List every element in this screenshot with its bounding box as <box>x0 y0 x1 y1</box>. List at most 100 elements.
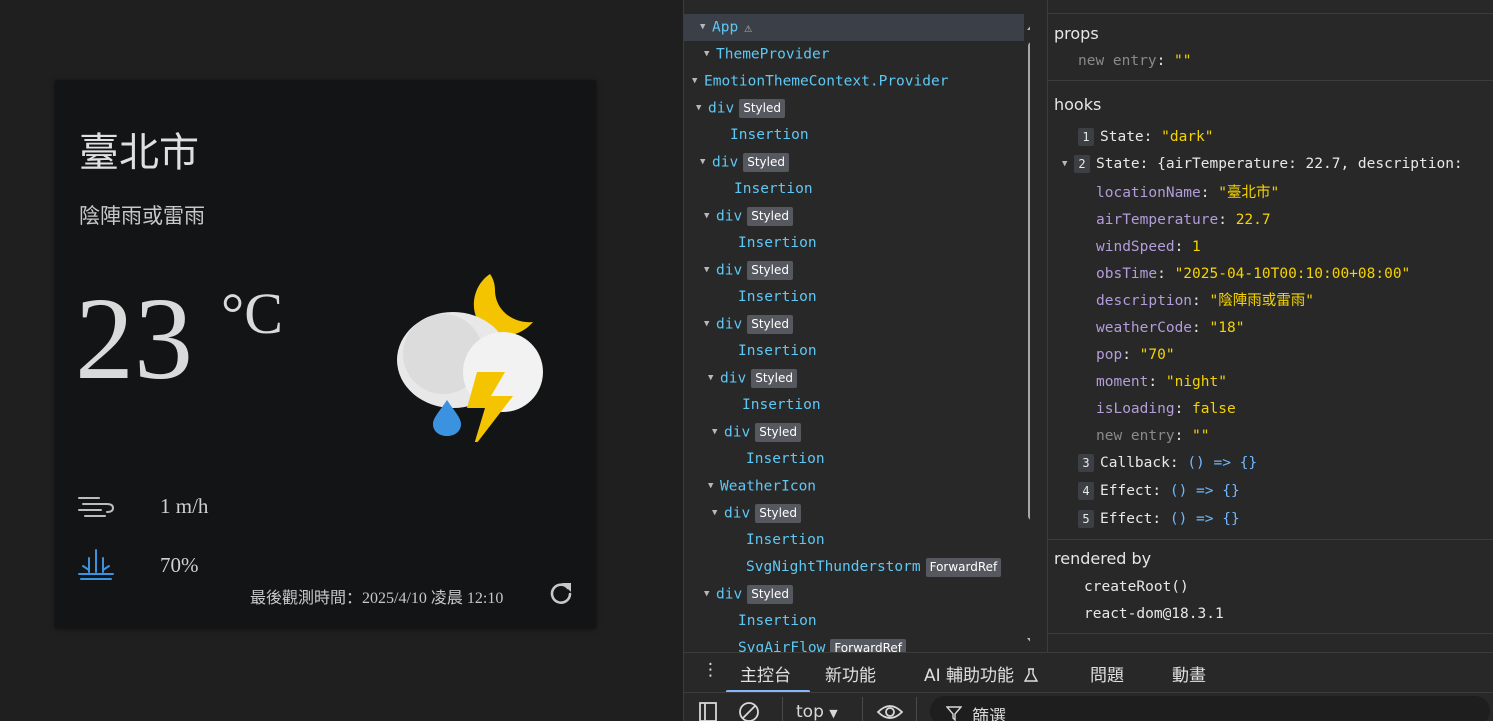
state-field[interactable]: obsTime: "2025-04-10T00:10:00+08:00" <box>1096 263 1410 285</box>
divider <box>1048 539 1493 540</box>
scroll-thumb[interactable] <box>1028 42 1030 520</box>
tree-node[interactable]: ▼ EmotionThemeContext.Provider <box>684 68 948 95</box>
tree-node[interactable]: SvgNightThunderstorm ForwardRef <box>684 554 1002 581</box>
tree-node[interactable]: ▼ div Styled <box>684 203 793 230</box>
tree-node-label: Insertion <box>742 397 821 413</box>
tree-node[interactable]: ▼ div Styled <box>684 257 793 284</box>
hook-index: 1 <box>1078 128 1094 146</box>
tree-node-label: div <box>716 262 743 279</box>
inspector-panel: props new entry: "" hooks 1 State: "dark"… <box>1047 0 1493 652</box>
state-field[interactable]: windSpeed: 1 <box>1096 236 1201 258</box>
tree-node[interactable]: ▼ div Styled <box>684 311 793 338</box>
expand-arrow-icon[interactable]: ▼ <box>704 311 716 338</box>
hoc-badge: Styled <box>747 261 793 280</box>
expand-arrow-icon[interactable]: ▼ <box>712 500 724 527</box>
tree-node-label: Insertion <box>738 613 817 629</box>
scroll-down-arrow-icon[interactable] <box>1027 638 1030 644</box>
tree-node[interactable]: Insertion <box>684 392 821 419</box>
tree-node[interactable]: ▼ WeatherIcon <box>684 473 816 500</box>
expand-arrow-icon[interactable]: ▼ <box>712 419 724 446</box>
sidebar-toggle-icon[interactable] <box>698 701 718 721</box>
tree-node[interactable]: ▼ div Styled <box>684 500 801 527</box>
tree-node-label: div <box>724 505 751 522</box>
tree-node[interactable]: ▼ App ⚠ <box>684 14 1024 41</box>
tab-animations[interactable]: 動畫 <box>1172 661 1206 686</box>
more-tabs-icon[interactable]: ⋮ <box>702 660 719 680</box>
expand-arrow-icon[interactable]: ▼ <box>704 257 716 284</box>
state-field[interactable]: isLoading: false <box>1096 398 1236 420</box>
tree-node[interactable]: SvgAirFlow ForwardRef <box>684 635 906 652</box>
tab-whats-new[interactable]: 新功能 <box>825 661 876 686</box>
tree-node[interactable]: Insertion <box>684 122 809 149</box>
hoc-badge: Styled <box>751 369 797 388</box>
state-field-key: pop <box>1096 347 1123 363</box>
tree-node[interactable]: ▼ div Styled <box>684 149 789 176</box>
state-field-value: false <box>1192 401 1236 417</box>
expand-arrow-icon[interactable]: ▼ <box>700 149 712 176</box>
tree-node-label: App <box>712 19 739 36</box>
state-field[interactable]: pop: "70" <box>1096 344 1175 366</box>
state-field[interactable]: airTemperature: 22.7 <box>1096 209 1271 231</box>
expand-arrow-icon[interactable]: ▼ <box>704 203 716 230</box>
state-field-key: airTemperature <box>1096 212 1219 228</box>
tab-issues[interactable]: 問題 <box>1090 661 1124 686</box>
city-name: 臺北市 <box>79 130 199 176</box>
hook-3[interactable]: 3 Callback: () => {} <box>1078 452 1257 474</box>
tree-node-label: SvgAirFlow <box>738 640 826 652</box>
state-field-key: locationName <box>1096 185 1201 201</box>
tree-node[interactable]: ▼ div Styled <box>684 95 785 122</box>
tree-node[interactable]: Insertion <box>684 446 825 473</box>
state-field-key: description <box>1096 293 1193 309</box>
temperature-unit: °C <box>221 281 283 346</box>
hook-2-new-entry[interactable]: new entry: "" <box>1096 425 1210 447</box>
tree-node[interactable]: Insertion <box>684 608 817 635</box>
state-field[interactable]: locationName: "臺北市" <box>1096 182 1279 204</box>
state-field[interactable]: moment: "night" <box>1096 371 1227 393</box>
rendered-by-item[interactable]: react-dom@18.3.1 <box>1084 603 1224 625</box>
tree-node[interactable]: ▼ div Styled <box>684 419 801 446</box>
tab-console[interactable]: 主控台 <box>740 661 791 686</box>
refresh-icon[interactable] <box>548 580 574 606</box>
hoc-badge: Styled <box>739 99 785 118</box>
tree-node-label: div <box>724 424 751 441</box>
props-new-entry[interactable]: new entry: "" <box>1078 50 1192 72</box>
tree-node[interactable]: ▼ div Styled <box>684 365 797 392</box>
expand-arrow-icon[interactable]: ▼ <box>700 14 712 41</box>
tree-node-label: Insertion <box>746 451 825 467</box>
state-field-value: "night" <box>1165 374 1227 390</box>
tree-scrollbar[interactable] <box>1024 14 1030 652</box>
scroll-up-arrow-icon[interactable] <box>1027 24 1030 30</box>
tree-node[interactable]: Insertion <box>684 176 813 203</box>
expand-arrow-icon[interactable]: ▼ <box>708 365 720 392</box>
weather-description: 陰陣雨或雷雨 <box>79 204 205 228</box>
tree-node[interactable]: Insertion <box>684 338 817 365</box>
expand-arrow-icon[interactable]: ▼ <box>696 95 708 122</box>
rendered-by-item[interactable]: createRoot() <box>1084 576 1189 598</box>
expand-arrow-icon[interactable]: ▼ <box>704 41 716 68</box>
hoc-badge: ForwardRef <box>830 638 906 652</box>
state-field[interactable]: weatherCode: "18" <box>1096 317 1244 339</box>
tree-node[interactable]: Insertion <box>684 527 825 554</box>
context-label: top <box>796 702 824 721</box>
tree-node[interactable]: Insertion <box>684 284 817 311</box>
component-tree: ▼ App ⚠ ▼ ThemeProvider ▼ EmotionThemeContext.… <box>684 0 1030 652</box>
eye-icon[interactable] <box>876 702 904 721</box>
tree-node[interactable]: ▼ div Styled <box>684 581 793 608</box>
context-selector[interactable]: top ▼ <box>796 702 838 721</box>
tab-ai-assistance[interactable]: AI 輔助功能 <box>924 661 1039 686</box>
devtools-panel: ▼ App ⚠ ▼ ThemeProvider ▼ EmotionThemeContext.… <box>683 0 1493 721</box>
hook-1[interactable]: 1 State: "dark" <box>1078 126 1214 148</box>
tree-node[interactable]: ▼ ThemeProvider <box>684 41 830 68</box>
hook-2[interactable]: ▼ 2 State: {airTemperature: 22.7, descript… <box>1062 153 1463 175</box>
divider <box>916 697 917 721</box>
clear-console-icon[interactable] <box>738 701 760 721</box>
expand-arrow-icon[interactable]: ▼ <box>1062 153 1074 175</box>
expand-arrow-icon[interactable]: ▼ <box>708 473 720 500</box>
state-field[interactable]: description: "陰陣雨或雷雨" <box>1096 290 1314 312</box>
tree-node[interactable]: Insertion <box>684 230 817 257</box>
expand-arrow-icon[interactable]: ▼ <box>704 581 716 608</box>
expand-arrow-icon[interactable]: ▼ <box>692 68 704 95</box>
hook-5[interactable]: 5 Effect: () => {} <box>1078 508 1240 530</box>
filter-input[interactable]: 篩選 <box>930 696 1490 721</box>
hook-4[interactable]: 4 Effect: () => {} <box>1078 480 1240 502</box>
